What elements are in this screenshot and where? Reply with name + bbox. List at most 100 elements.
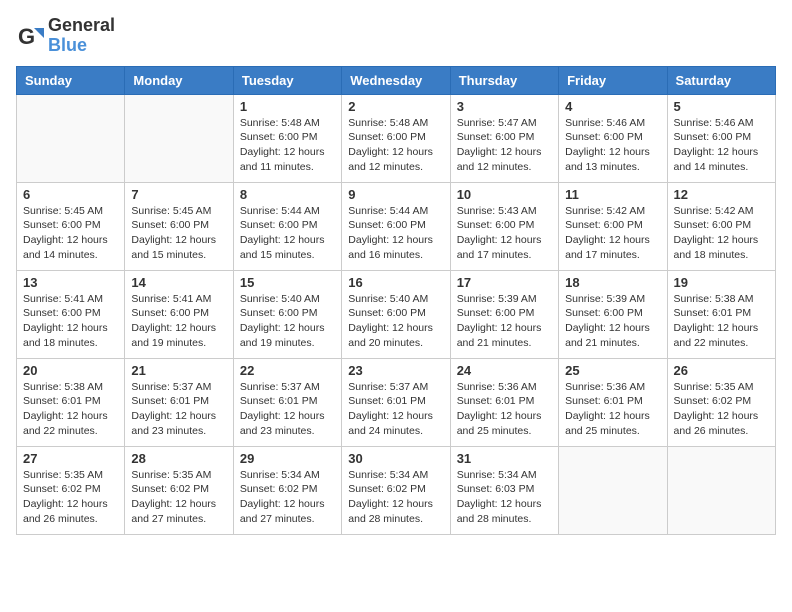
day-number: 21 xyxy=(131,363,226,378)
calendar-cell: 26 Sunrise: 5:35 AM Sunset: 6:02 PM Dayli… xyxy=(667,358,775,446)
day-info: Sunrise: 5:38 AM Sunset: 6:01 PM Dayligh… xyxy=(674,292,769,351)
day-number: 22 xyxy=(240,363,335,378)
calendar-week-row: 13 Sunrise: 5:41 AM Sunset: 6:00 PM Dayli… xyxy=(17,270,776,358)
day-number: 20 xyxy=(23,363,118,378)
logo-text: General xyxy=(48,16,115,36)
day-number: 30 xyxy=(348,451,443,466)
calendar-body: 1 Sunrise: 5:48 AM Sunset: 6:00 PM Daylig… xyxy=(17,94,776,534)
day-info: Sunrise: 5:40 AM Sunset: 6:00 PM Dayligh… xyxy=(348,292,443,351)
calendar-cell: 13Sunrise: 5:41 AM Sunset: 6:00 PM Dayli… xyxy=(17,270,125,358)
calendar-cell: 29Sunrise: 5:34 AM Sunset: 6:02 PM Dayli… xyxy=(233,446,341,534)
day-number: 24 xyxy=(457,363,552,378)
calendar-cell: 15 Sunrise: 5:40 AM Sunset: 6:00 PM Dayli… xyxy=(233,270,341,358)
day-info: Sunrise: 5:44 AM Sunset: 6:00 PM Dayligh… xyxy=(240,204,335,263)
day-info: Sunrise: 5:35 AM Sunset: 6:02 PM Dayligh… xyxy=(131,468,226,527)
day-info: Sunrise: 5:35 AM Sunset: 6:02 PM Dayligh… xyxy=(674,380,769,439)
day-number: 7 xyxy=(131,187,226,202)
day-number: 13 xyxy=(23,275,118,290)
calendar-cell xyxy=(17,94,125,182)
calendar-cell: 5 Sunrise: 5:46 AM Sunset: 6:00 PM Daylig… xyxy=(667,94,775,182)
day-number: 8 xyxy=(240,187,335,202)
weekday-header-saturday: Saturday xyxy=(667,66,775,94)
calendar-cell: 10 Sunrise: 5:43 AM Sunset: 6:00 PM Dayli… xyxy=(450,182,558,270)
day-number: 15 xyxy=(240,275,335,290)
day-info: Sunrise: 5:48 AM Sunset: 6:00 PM Dayligh… xyxy=(348,116,443,175)
day-number: 5 xyxy=(674,99,769,114)
calendar-cell: 7 Sunrise: 5:45 AM Sunset: 6:00 PM Daylig… xyxy=(125,182,233,270)
day-info: Sunrise: 5:38 AM Sunset: 6:01 PM Dayligh… xyxy=(23,380,118,439)
day-info: Sunrise: 5:36 AM Sunset: 6:01 PM Dayligh… xyxy=(565,380,660,439)
calendar-cell: 20 Sunrise: 5:38 AM Sunset: 6:01 PM Dayli… xyxy=(17,358,125,446)
calendar-cell: 16Sunrise: 5:40 AM Sunset: 6:00 PM Dayli… xyxy=(342,270,450,358)
day-number: 10 xyxy=(457,187,552,202)
weekday-header-sunday: Sunday xyxy=(17,66,125,94)
logo-icon: G xyxy=(16,22,44,50)
day-info: Sunrise: 5:45 AM Sunset: 6:00 PM Dayligh… xyxy=(131,204,226,263)
day-number: 19 xyxy=(674,275,769,290)
calendar-cell: 8 Sunrise: 5:44 AM Sunset: 6:00 PM Daylig… xyxy=(233,182,341,270)
calendar-table: SundayMondayTuesdayWednesdayThursdayFrid… xyxy=(16,66,776,535)
day-info: Sunrise: 5:37 AM Sunset: 6:01 PM Dayligh… xyxy=(131,380,226,439)
day-info: Sunrise: 5:46 AM Sunset: 6:00 PM Dayligh… xyxy=(674,116,769,175)
day-number: 18 xyxy=(565,275,660,290)
calendar-cell: 1 Sunrise: 5:48 AM Sunset: 6:00 PM Daylig… xyxy=(233,94,341,182)
day-info: Sunrise: 5:40 AM Sunset: 6:00 PM Dayligh… xyxy=(240,292,335,351)
calendar-cell: 19 Sunrise: 5:38 AM Sunset: 6:01 PM Dayli… xyxy=(667,270,775,358)
day-number: 12 xyxy=(674,187,769,202)
day-number: 1 xyxy=(240,99,335,114)
day-info: Sunrise: 5:45 AM Sunset: 6:00 PM Dayligh… xyxy=(23,204,118,263)
calendar-week-row: 27 Sunrise: 5:35 AM Sunset: 6:02 PM Dayli… xyxy=(17,446,776,534)
weekday-header-tuesday: Tuesday xyxy=(233,66,341,94)
calendar-cell: 12 Sunrise: 5:42 AM Sunset: 6:00 PM Dayli… xyxy=(667,182,775,270)
day-info: Sunrise: 5:43 AM Sunset: 6:00 PM Dayligh… xyxy=(457,204,552,263)
calendar-cell: 9 Sunrise: 5:44 AM Sunset: 6:00 PM Daylig… xyxy=(342,182,450,270)
calendar-cell xyxy=(667,446,775,534)
logo: G General Blue xyxy=(16,16,115,56)
day-info: Sunrise: 5:37 AM Sunset: 6:01 PM Dayligh… xyxy=(240,380,335,439)
day-info: Sunrise: 5:46 AM Sunset: 6:00 PM Dayligh… xyxy=(565,116,660,175)
day-number: 11 xyxy=(565,187,660,202)
calendar-cell xyxy=(559,446,667,534)
calendar-cell: 2Sunrise: 5:48 AM Sunset: 6:00 PM Daylig… xyxy=(342,94,450,182)
calendar-cell: 22 Sunrise: 5:37 AM Sunset: 6:01 PM Dayli… xyxy=(233,358,341,446)
weekday-header-row: SundayMondayTuesdayWednesdayThursdayFrid… xyxy=(17,66,776,94)
day-info: Sunrise: 5:36 AM Sunset: 6:01 PM Dayligh… xyxy=(457,380,552,439)
calendar-header: SundayMondayTuesdayWednesdayThursdayFrid… xyxy=(17,66,776,94)
weekday-header-thursday: Thursday xyxy=(450,66,558,94)
day-info: Sunrise: 5:35 AM Sunset: 6:02 PM Dayligh… xyxy=(23,468,118,527)
day-number: 6 xyxy=(23,187,118,202)
day-number: 25 xyxy=(565,363,660,378)
day-info: Sunrise: 5:47 AM Sunset: 6:00 PM Dayligh… xyxy=(457,116,552,175)
day-number: 27 xyxy=(23,451,118,466)
day-info: Sunrise: 5:34 AM Sunset: 6:02 PM Dayligh… xyxy=(240,468,335,527)
weekday-header-friday: Friday xyxy=(559,66,667,94)
day-info: Sunrise: 5:42 AM Sunset: 6:00 PM Dayligh… xyxy=(565,204,660,263)
day-info: Sunrise: 5:42 AM Sunset: 6:00 PM Dayligh… xyxy=(674,204,769,263)
day-number: 23 xyxy=(348,363,443,378)
day-info: Sunrise: 5:41 AM Sunset: 6:00 PM Dayligh… xyxy=(131,292,226,351)
calendar-cell: 6 Sunrise: 5:45 AM Sunset: 6:00 PM Daylig… xyxy=(17,182,125,270)
day-info: Sunrise: 5:39 AM Sunset: 6:00 PM Dayligh… xyxy=(457,292,552,351)
day-info: Sunrise: 5:48 AM Sunset: 6:00 PM Dayligh… xyxy=(240,116,335,175)
calendar-cell: 11 Sunrise: 5:42 AM Sunset: 6:00 PM Dayli… xyxy=(559,182,667,270)
day-info: Sunrise: 5:44 AM Sunset: 6:00 PM Dayligh… xyxy=(348,204,443,263)
day-info: Sunrise: 5:39 AM Sunset: 6:00 PM Dayligh… xyxy=(565,292,660,351)
weekday-header-wednesday: Wednesday xyxy=(342,66,450,94)
calendar-week-row: 1 Sunrise: 5:48 AM Sunset: 6:00 PM Daylig… xyxy=(17,94,776,182)
day-info: Sunrise: 5:37 AM Sunset: 6:01 PM Dayligh… xyxy=(348,380,443,439)
day-number: 28 xyxy=(131,451,226,466)
day-number: 17 xyxy=(457,275,552,290)
logo-text-blue: Blue xyxy=(48,36,115,56)
calendar-cell: 31Sunrise: 5:34 AM Sunset: 6:03 PM Dayli… xyxy=(450,446,558,534)
day-number: 9 xyxy=(348,187,443,202)
day-number: 3 xyxy=(457,99,552,114)
calendar-week-row: 20 Sunrise: 5:38 AM Sunset: 6:01 PM Dayli… xyxy=(17,358,776,446)
day-number: 31 xyxy=(457,451,552,466)
day-number: 4 xyxy=(565,99,660,114)
weekday-header-monday: Monday xyxy=(125,66,233,94)
calendar-cell: 28 Sunrise: 5:35 AM Sunset: 6:02 PM Dayli… xyxy=(125,446,233,534)
day-number: 26 xyxy=(674,363,769,378)
calendar-cell: 30Sunrise: 5:34 AM Sunset: 6:02 PM Dayli… xyxy=(342,446,450,534)
calendar-cell: 18 Sunrise: 5:39 AM Sunset: 6:00 PM Dayli… xyxy=(559,270,667,358)
calendar-cell: 17 Sunrise: 5:39 AM Sunset: 6:00 PM Dayli… xyxy=(450,270,558,358)
